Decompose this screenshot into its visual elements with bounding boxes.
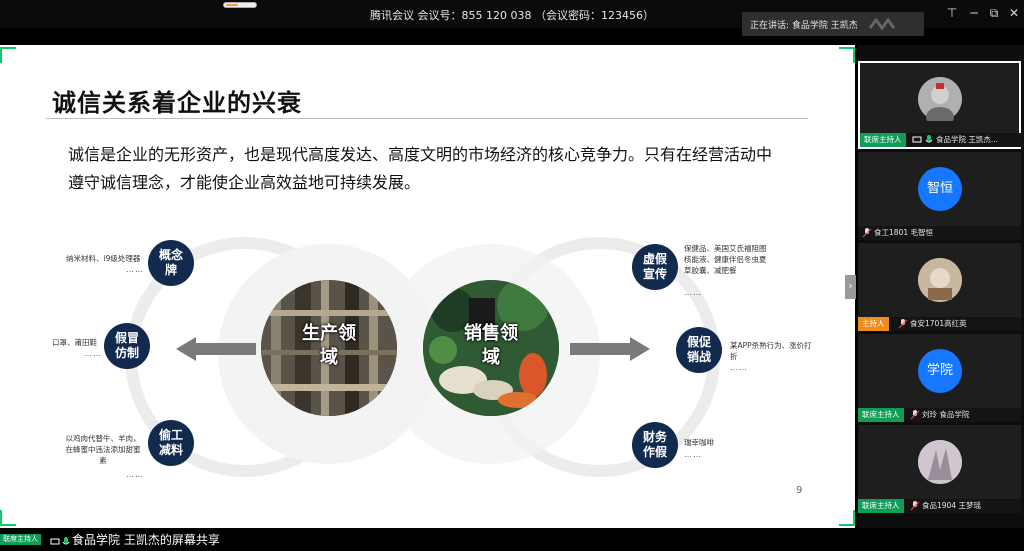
dots: …… (684, 288, 702, 297)
node-label: 虚假宣传 (642, 252, 667, 281)
restore-button[interactable]: ⧉ (984, 4, 1004, 22)
mic-icon (61, 532, 71, 551)
participant-tile-4[interactable]: 学院 联席主持人 刘玲 食品学院 (858, 334, 1021, 422)
node-false-advertising: 虚假宣传 (632, 244, 678, 290)
paragraph-line-1: 诚信是企业的无形资产，也是现代高度发达、高度文明的市场经济的核心竞争力。只有在经… (68, 145, 773, 164)
paragraph-line-2: 遵守诚信理念，才能使企业高效益地可持续发展。 (68, 173, 421, 192)
tencent-meeting-logo-icon (868, 18, 896, 30)
title-divider (46, 118, 808, 119)
role-badge: 联席主持人 (858, 408, 904, 422)
avatar (918, 440, 962, 484)
participant-tile-2[interactable]: 智恒 食工1801 毛智恒 (858, 152, 1021, 240)
participant-bar: 联席主持人 食品学院 王凯杰... (860, 133, 1023, 147)
role-badge: 主持人 (858, 317, 889, 331)
participant-name: 食工1801 毛智恒 (874, 228, 933, 237)
participant-bar: 联席主持人 食品1904 王梦瑶 (858, 499, 1021, 513)
avatar (918, 258, 962, 302)
participant-bar: 联席主持人 刘玲 食品学院 (858, 408, 1021, 422)
participant-name: 食品1904 王梦瑶 (922, 501, 981, 510)
screen-share-label: 食品学院 王凯杰的屏幕共享 (72, 533, 220, 547)
dots: …… (730, 363, 748, 372)
note-false-advertising: 保健品、美国艾氏福阻图核能液、健康伴侣冬虫夏草胶囊、减肥餐 (684, 244, 767, 275)
production-label: 生产领域 (302, 323, 356, 368)
share-frame-corner-bl (0, 510, 16, 526)
dots: …… (126, 265, 144, 274)
note-concept-brand: 纳米材料、i9级处理器 (66, 254, 141, 263)
participant-tile-3[interactable]: 主持人 食安1701高红英 (858, 243, 1021, 331)
participant-bar: 食工1801 毛智恒 (858, 226, 1021, 240)
participant-name: 食安1701高红英 (910, 319, 967, 328)
close-button[interactable]: ✕ (1004, 4, 1024, 22)
participant-tile-1[interactable]: 联席主持人 食品学院 王凯杰... (858, 61, 1023, 149)
minimize-button[interactable]: ─ (964, 4, 984, 22)
pin-icon[interactable]: ⊤ (942, 4, 962, 22)
share-frame-corner-tr (839, 47, 855, 63)
speaking-label: 正在讲话: 食品学院 王凯杰 (750, 21, 858, 31)
bottom-status-bar: 联席主持人 食品学院 王凯杰的屏幕共享 (0, 528, 1024, 547)
note-counterfeit: 口罩、莆田鞋 (52, 338, 97, 347)
node-label: 假冒仿制 (114, 331, 139, 360)
participant-name: 食品学院 王凯杰... (936, 135, 999, 144)
dots: …… (126, 470, 144, 479)
mic-muted-icon (862, 228, 872, 238)
arrow-right-icon (570, 337, 650, 361)
node-label: 偷工减料 (158, 428, 183, 457)
participant-tile-5[interactable]: 联席主持人 食品1904 王梦瑶 (858, 425, 1021, 513)
node-fake-promotion: 假促销战 (676, 327, 722, 373)
node-label: 概念牌 (158, 248, 183, 277)
photo-avatar-icon (918, 77, 962, 127)
mic-icon (924, 135, 934, 145)
share-screen-icon (912, 135, 922, 145)
node-concept-brand: 概念牌 (148, 240, 194, 286)
dots: …… (84, 349, 102, 358)
mic-muted-icon (910, 410, 920, 420)
share-frame-corner-tl (0, 47, 16, 63)
slide-title: 诚信关系着企业的兴衰 (52, 89, 302, 117)
slide-paragraph: 诚信是企业的无形资产，也是现代高度发达、高度文明的市场经济的核心竞争力。只有在经… (68, 141, 798, 197)
role-badge: 联席主持人 (0, 534, 41, 545)
sales-image: 销售领域 (423, 280, 559, 416)
note-financial-fraud: 瑞幸咖啡 (684, 438, 714, 447)
shared-screen-slide: 诚信关系着企业的兴衰 诚信是企业的无形资产，也是现代高度发达、高度文明的市场经济… (0, 45, 855, 528)
arrow-left-icon (176, 337, 256, 361)
avatar: 智恒 (918, 167, 962, 211)
participant-bar: 主持人 食安1701高红英 (858, 317, 1021, 331)
role-badge: 联席主持人 (858, 499, 904, 513)
dots: …… (684, 450, 702, 459)
node-financial-fraud: 财务作假 (632, 422, 678, 468)
production-image: 生产领域 (261, 280, 397, 416)
role-badge: 联席主持人 (860, 133, 906, 147)
note-cutting-corners: 以鸡肉代替牛、羊肉，在蜂蜜中违法添加甜蜜素 (65, 434, 141, 465)
photo-avatar-icon (918, 258, 962, 302)
avatar: 学院 (918, 349, 962, 393)
node-label: 假促销战 (686, 335, 711, 364)
node-label: 财务作假 (642, 430, 667, 459)
participant-name: 刘玲 食品学院 (922, 410, 970, 419)
node-cutting-corners: 偷工减料 (148, 420, 194, 466)
mic-muted-icon (910, 501, 920, 511)
collapse-panel-button[interactable]: › (845, 275, 856, 299)
sales-label: 销售领域 (464, 323, 518, 368)
photo-avatar-icon (918, 440, 962, 484)
speaking-indicator: 正在讲话: 食品学院 王凯杰 (742, 12, 924, 36)
note-fake-promotion: 某APP杀熟行为、涨价打折 (730, 341, 812, 361)
mic-muted-icon (898, 319, 908, 329)
share-screen-icon (50, 532, 60, 551)
avatar (918, 77, 962, 127)
page-number: 9 (796, 485, 803, 496)
node-counterfeit: 假冒仿制 (104, 323, 150, 369)
share-frame-corner-br (839, 510, 855, 526)
